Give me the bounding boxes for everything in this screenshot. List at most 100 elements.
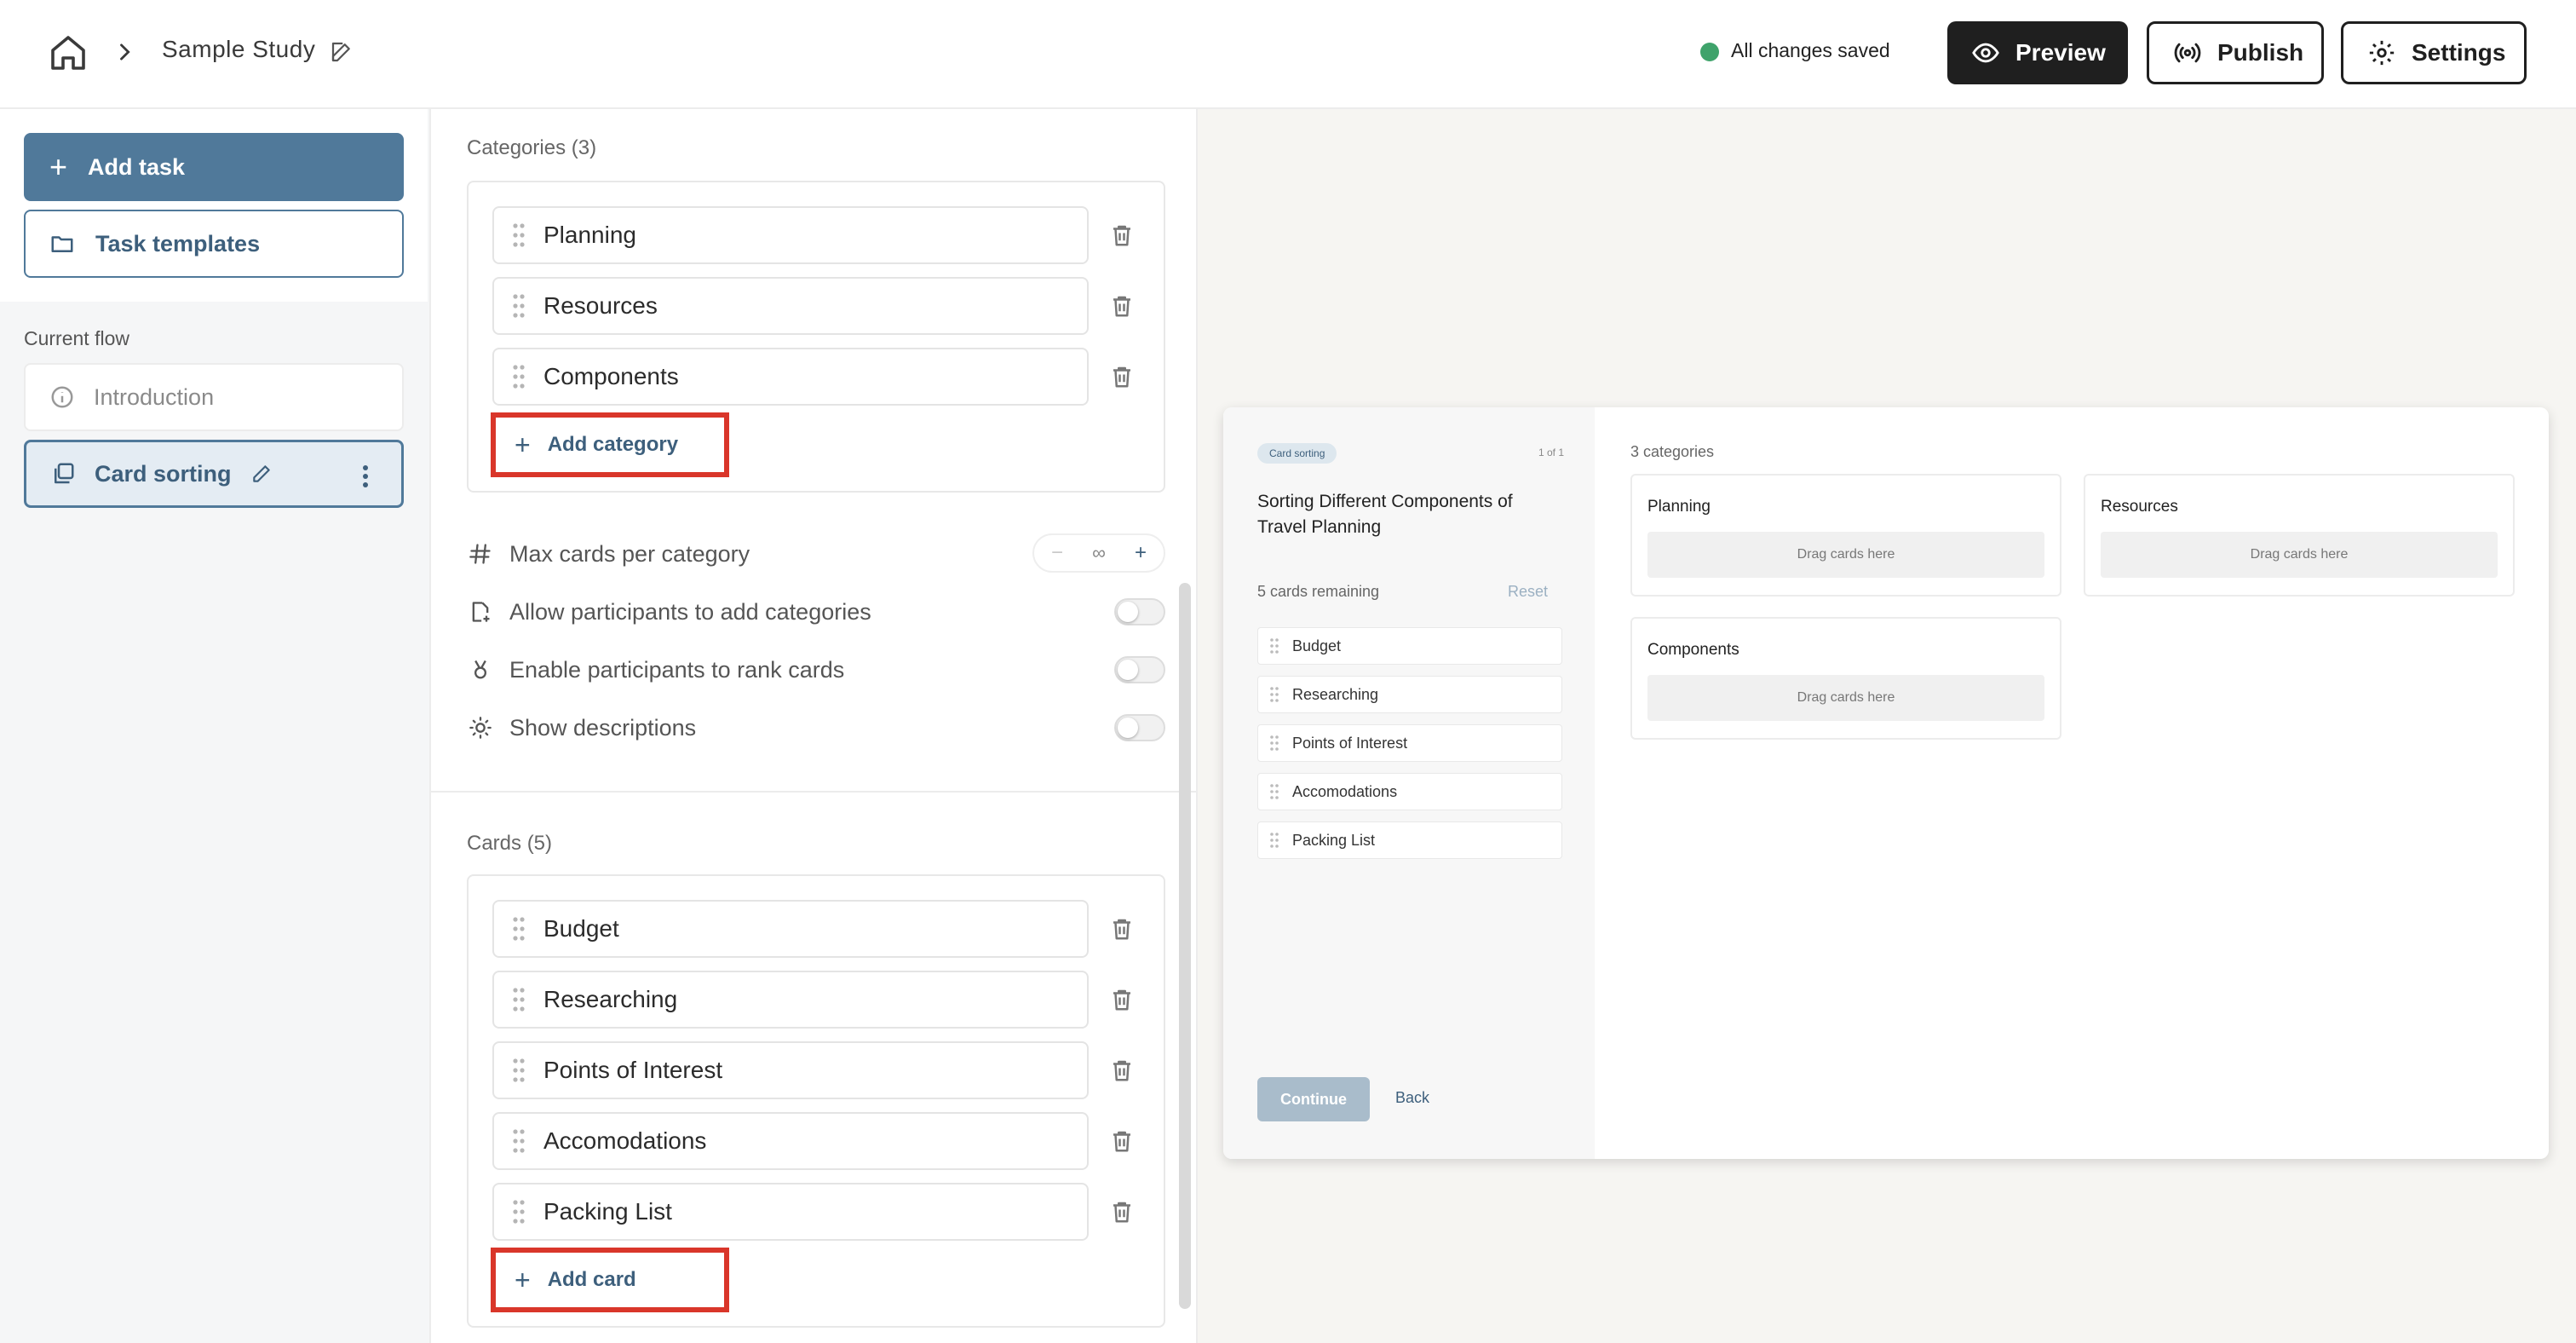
card-row[interactable]: Packing List — [492, 1183, 1089, 1241]
drop-zone[interactable]: Drag cards here — [1647, 675, 2044, 721]
left-sidebar: + Add task Task templates Current flow I… — [0, 109, 431, 1343]
show-descriptions-option: Show descriptions — [467, 711, 1165, 745]
trash-icon[interactable] — [1109, 914, 1135, 943]
drag-handle-icon[interactable] — [1270, 832, 1279, 849]
preview-card[interactable]: Packing List — [1257, 821, 1562, 859]
preview-card[interactable]: Researching — [1257, 676, 1562, 713]
section-divider — [431, 791, 1196, 793]
task-templates-button[interactable]: Task templates — [24, 210, 404, 278]
max-cards-option: Max cards per category − ∞ + — [467, 533, 1165, 573]
publish-button[interactable]: Publish — [2147, 21, 2324, 84]
decrement-button[interactable]: − — [1051, 541, 1063, 565]
rank-cards-toggle[interactable] — [1114, 656, 1165, 683]
drag-handle-icon[interactable] — [513, 987, 525, 1012]
trash-icon[interactable] — [1109, 1127, 1135, 1156]
add-task-button[interactable]: + Add task — [24, 133, 404, 201]
categories-count: 3 categories — [1630, 443, 1715, 460]
sidebar-actions: + Add task Task templates — [0, 109, 428, 302]
back-button[interactable]: Back — [1395, 1089, 1429, 1107]
preview-category: Resources Drag cards here — [2084, 474, 2515, 597]
category-row[interactable]: Planning — [492, 206, 1089, 264]
trash-icon[interactable] — [1109, 985, 1135, 1014]
category-name[interactable]: Resources — [543, 292, 658, 320]
broadcast-icon — [2174, 43, 2201, 63]
category-name[interactable]: Planning — [543, 222, 636, 249]
drag-handle-icon[interactable] — [1270, 735, 1279, 752]
preview-card[interactable]: Budget — [1257, 627, 1562, 665]
trash-icon[interactable] — [1109, 291, 1135, 320]
drag-handle-icon[interactable] — [1270, 686, 1279, 703]
flow-item-introduction[interactable]: Introduction — [24, 363, 404, 431]
more-options-icon[interactable] — [362, 464, 369, 488]
drag-handle-icon[interactable] — [1270, 783, 1279, 800]
add-task-label: Add task — [88, 153, 186, 180]
editor-scrollbar[interactable] — [1179, 583, 1191, 1309]
drag-handle-icon[interactable] — [1270, 637, 1279, 654]
card-name[interactable]: Accomodations — [543, 1127, 706, 1155]
trash-icon[interactable] — [1109, 362, 1135, 391]
home-icon[interactable] — [48, 32, 89, 73]
preview-card[interactable]: Accomodations — [1257, 773, 1562, 810]
card-row[interactable]: Researching — [492, 971, 1089, 1029]
drop-zone[interactable]: Drag cards here — [1647, 532, 2044, 578]
publish-label: Publish — [2217, 39, 2304, 66]
card-name[interactable]: Budget — [543, 915, 619, 942]
preview-button[interactable]: Preview — [1947, 21, 2128, 84]
categories-header: Categories (3) — [467, 136, 597, 159]
task-counter: 1 of 1 — [1538, 447, 1565, 458]
add-card-button[interactable]: + Add card — [491, 1248, 729, 1312]
rank-cards-label: Enable participants to rank cards — [509, 656, 845, 683]
drag-handle-icon[interactable] — [513, 916, 525, 942]
task-templates-label: Task templates — [95, 230, 261, 256]
pencil-icon[interactable] — [250, 463, 273, 485]
max-cards-value: ∞ — [1092, 542, 1106, 563]
current-flow-label: Current flow — [24, 327, 129, 349]
drag-handle-icon[interactable] — [513, 1058, 525, 1083]
flow-item-card-sorting[interactable]: Card sorting — [24, 440, 404, 508]
category-name[interactable]: Components — [543, 363, 679, 390]
card-sorting-preview: Card sorting 1 of 1 Sorting Different Co… — [1223, 407, 2549, 1159]
drag-handle-icon[interactable] — [513, 1199, 525, 1225]
reset-button[interactable]: Reset — [1508, 583, 1548, 601]
card-name[interactable]: Points of Interest — [543, 1057, 722, 1084]
preview-card[interactable]: Points of Interest — [1257, 724, 1562, 762]
trash-icon[interactable] — [1109, 1056, 1135, 1085]
add-category-icon — [467, 600, 494, 624]
card-name[interactable]: Packing List — [543, 1198, 672, 1225]
increment-button[interactable]: + — [1135, 541, 1147, 565]
category-row[interactable]: Components — [492, 348, 1089, 406]
allow-add-categories-label: Allow participants to add categories — [509, 598, 871, 625]
settings-label: Settings — [2412, 39, 2506, 66]
cards-remaining: 5 cards remaining — [1257, 583, 1380, 600]
task-editor: Categories (3) Planning Resources Compon… — [431, 109, 1198, 1343]
card-row[interactable]: Accomodations — [492, 1112, 1089, 1170]
category-title: Components — [1647, 641, 1739, 659]
card-row[interactable]: Budget — [492, 900, 1089, 958]
trash-icon[interactable] — [1109, 221, 1135, 250]
max-cards-stepper[interactable]: − ∞ + — [1032, 533, 1165, 573]
preview-canvas: Card sorting 1 of 1 Sorting Different Co… — [1198, 109, 2576, 1343]
allow-add-categories-option: Allow participants to add categories — [467, 595, 1165, 629]
category-row[interactable]: Resources — [492, 277, 1089, 335]
drop-zone[interactable]: Drag cards here — [2101, 532, 2498, 578]
edit-title-icon[interactable] — [329, 39, 354, 65]
add-category-button[interactable]: + Add category — [491, 412, 729, 477]
card-name[interactable]: Researching — [543, 986, 677, 1013]
preview-card-label: Researching — [1292, 685, 1379, 703]
study-title[interactable]: Sample Study — [162, 36, 315, 63]
settings-button[interactable]: Settings — [2341, 21, 2527, 84]
show-descriptions-toggle[interactable] — [1114, 714, 1165, 741]
drag-handle-icon[interactable] — [513, 1128, 525, 1154]
preview-category: Planning Drag cards here — [1630, 474, 2061, 597]
continue-button[interactable]: Continue — [1257, 1077, 1370, 1121]
lightbulb-icon — [467, 716, 494, 740]
drag-handle-icon[interactable] — [513, 364, 525, 389]
allow-add-categories-toggle[interactable] — [1114, 598, 1165, 625]
max-cards-label: Max cards per category — [509, 540, 750, 567]
preview-label: Preview — [2015, 39, 2106, 66]
drag-handle-icon[interactable] — [513, 293, 525, 319]
card-row[interactable]: Points of Interest — [492, 1041, 1089, 1099]
trash-icon[interactable] — [1109, 1197, 1135, 1226]
drag-handle-icon[interactable] — [513, 222, 525, 248]
cards-header: Cards (5) — [467, 832, 553, 855]
